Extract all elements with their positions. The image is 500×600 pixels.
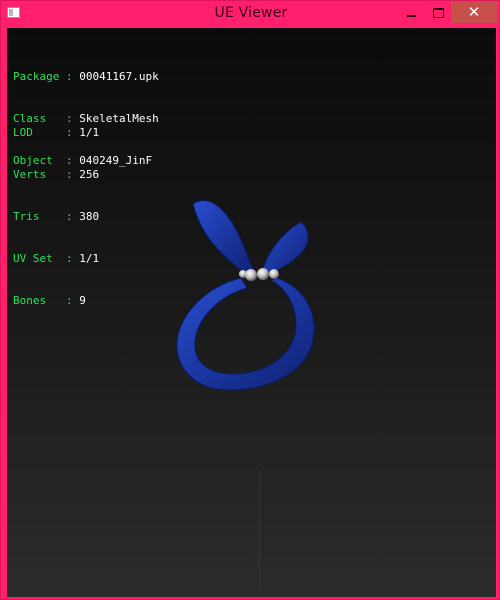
pearl-bead <box>245 269 257 281</box>
z-axis-line <box>259 470 260 597</box>
close-icon: ✕ <box>467 3 481 21</box>
ribbon-left-ear <box>192 200 254 275</box>
3d-viewport[interactable]: Package : 00041167.upk Class : SkeletalM… <box>7 28 496 597</box>
maximize-icon <box>432 7 444 18</box>
hair-ribbon-mesh[interactable] <box>7 28 496 597</box>
title-bar[interactable]: UE Viewer ✕ <box>1 1 500 27</box>
maximize-button[interactable] <box>425 1 451 23</box>
pearl-bead <box>269 269 279 279</box>
ribbon-right-ear <box>262 221 309 275</box>
minimize-icon <box>406 14 416 17</box>
minimize-button[interactable] <box>398 1 424 23</box>
close-button[interactable]: ✕ <box>451 1 497 23</box>
pearl-bead <box>257 268 269 280</box>
ribbon-loop <box>176 277 315 391</box>
app-window: UE Viewer ✕ Package : 00041167.upk Class… <box>0 0 500 600</box>
